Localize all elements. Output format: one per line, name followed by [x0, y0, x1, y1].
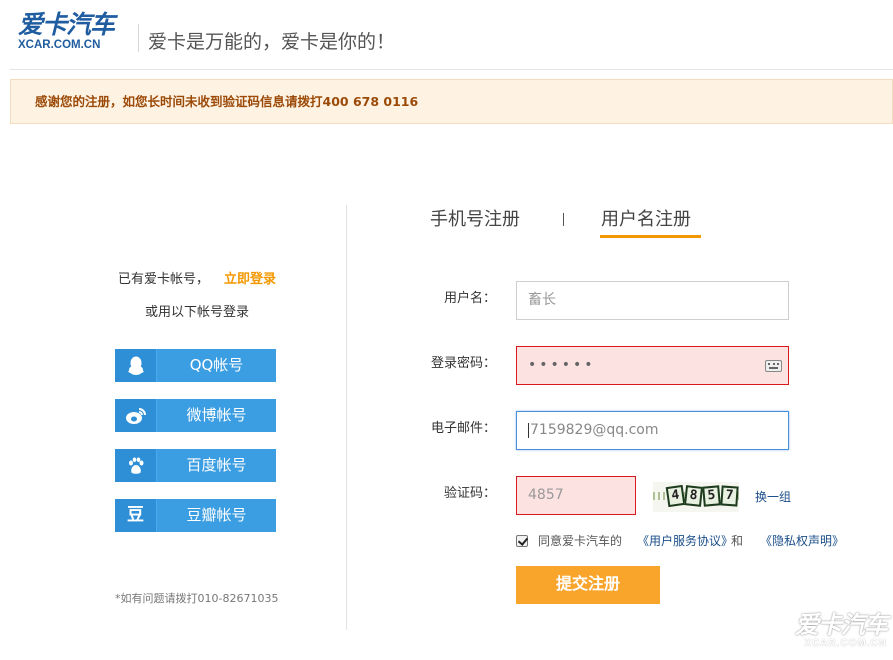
weibo-login-button[interactable]: 微博帐号: [115, 399, 276, 432]
refresh-captcha-link[interactable]: 换一组: [755, 489, 791, 505]
agree-checkbox[interactable]: [516, 535, 528, 547]
username-label: 用户名：: [443, 291, 496, 306]
header-divider: [138, 24, 139, 52]
qq-login-button[interactable]: QQ帐号: [115, 349, 276, 382]
captcha-char: 8: [684, 485, 703, 507]
captcha-input[interactable]: 4857: [516, 476, 636, 515]
username-value: 畜长: [528, 292, 556, 308]
captcha-value: 4857: [528, 487, 564, 503]
douban-login-label: 豆瓣帐号: [186, 506, 247, 524]
keyboard-icon[interactable]: [765, 360, 782, 372]
help-phone-text: *如有问题请拨打010-82671035: [115, 592, 279, 605]
password-label: 登录密码：: [430, 356, 496, 371]
text-caret: [528, 422, 529, 438]
captcha-image[interactable]: 4 8 5 7: [653, 482, 739, 512]
notice-text: 感谢您的注册，如您长时间未收到验证码信息请拨打400 678 0116: [35, 94, 419, 109]
tab-username-register[interactable]: 用户名注册: [601, 208, 691, 232]
email-input[interactable]: 7159829@qq.com: [516, 411, 789, 450]
watermark-text-cn: 爱卡汽车: [795, 611, 888, 639]
weibo-icon: [115, 399, 157, 432]
captcha-char: 4: [665, 484, 686, 508]
xcar-watermark: 爱卡汽车 XCAR.COM.CN: [787, 611, 888, 652]
baidu-paw-icon: [115, 449, 157, 482]
logo-text-cn: 爱卡汽车: [18, 10, 115, 39]
douban-icon: 豆: [115, 499, 157, 532]
password-input[interactable]: ••••••: [516, 346, 789, 385]
has-account-text: 已有爱卡帐号，: [118, 272, 210, 287]
tab-separator: [563, 213, 564, 226]
active-tab-indicator: [600, 235, 701, 238]
weibo-login-label: 微博帐号: [186, 406, 247, 424]
third-party-login-caption: 或用以下帐号登录: [145, 305, 250, 320]
password-value: ••••••: [528, 357, 596, 373]
qq-penguin-icon: [115, 349, 157, 382]
username-input[interactable]: 畜长: [516, 281, 789, 320]
email-value: 7159829@qq.com: [530, 422, 659, 438]
email-label: 电子邮件：: [430, 421, 496, 436]
captcha-label: 验证码：: [443, 486, 496, 501]
privacy-statement-link[interactable]: 《隐私权声明》: [760, 534, 844, 549]
agree-prefix-text: 同意爱卡汽车的: [538, 534, 623, 548]
douban-login-button[interactable]: 豆 豆瓣帐号: [115, 499, 276, 532]
watermark-text-en: XCAR.COM.CN: [804, 638, 887, 649]
header-bottom-line: [10, 69, 893, 70]
baidu-login-label: 百度帐号: [186, 456, 247, 474]
baidu-login-button[interactable]: 百度帐号: [115, 449, 276, 482]
header-slogan: 爱卡是万能的，爱卡是你的！: [148, 31, 396, 53]
xcar-logo[interactable]: 爱卡汽车 XCAR.COM.CN: [18, 12, 122, 52]
agree-and-text: 和: [731, 534, 744, 548]
logo-text-en: XCAR.COM.CN: [18, 39, 101, 51]
panel-divider: [346, 205, 347, 630]
captcha-char: 5: [702, 485, 721, 507]
login-now-link[interactable]: 立即登录: [224, 271, 276, 288]
notice-banner: 感谢您的注册，如您长时间未收到验证码信息请拨打400 678 0116: [10, 79, 893, 124]
tab-phone-register[interactable]: 手机号注册: [430, 208, 520, 232]
user-agreement-link[interactable]: 《用户服务协议》: [637, 534, 733, 549]
captcha-char: 7: [720, 485, 739, 507]
qq-login-label: QQ帐号: [189, 356, 244, 374]
submit-register-button[interactable]: 提交注册: [516, 566, 660, 604]
